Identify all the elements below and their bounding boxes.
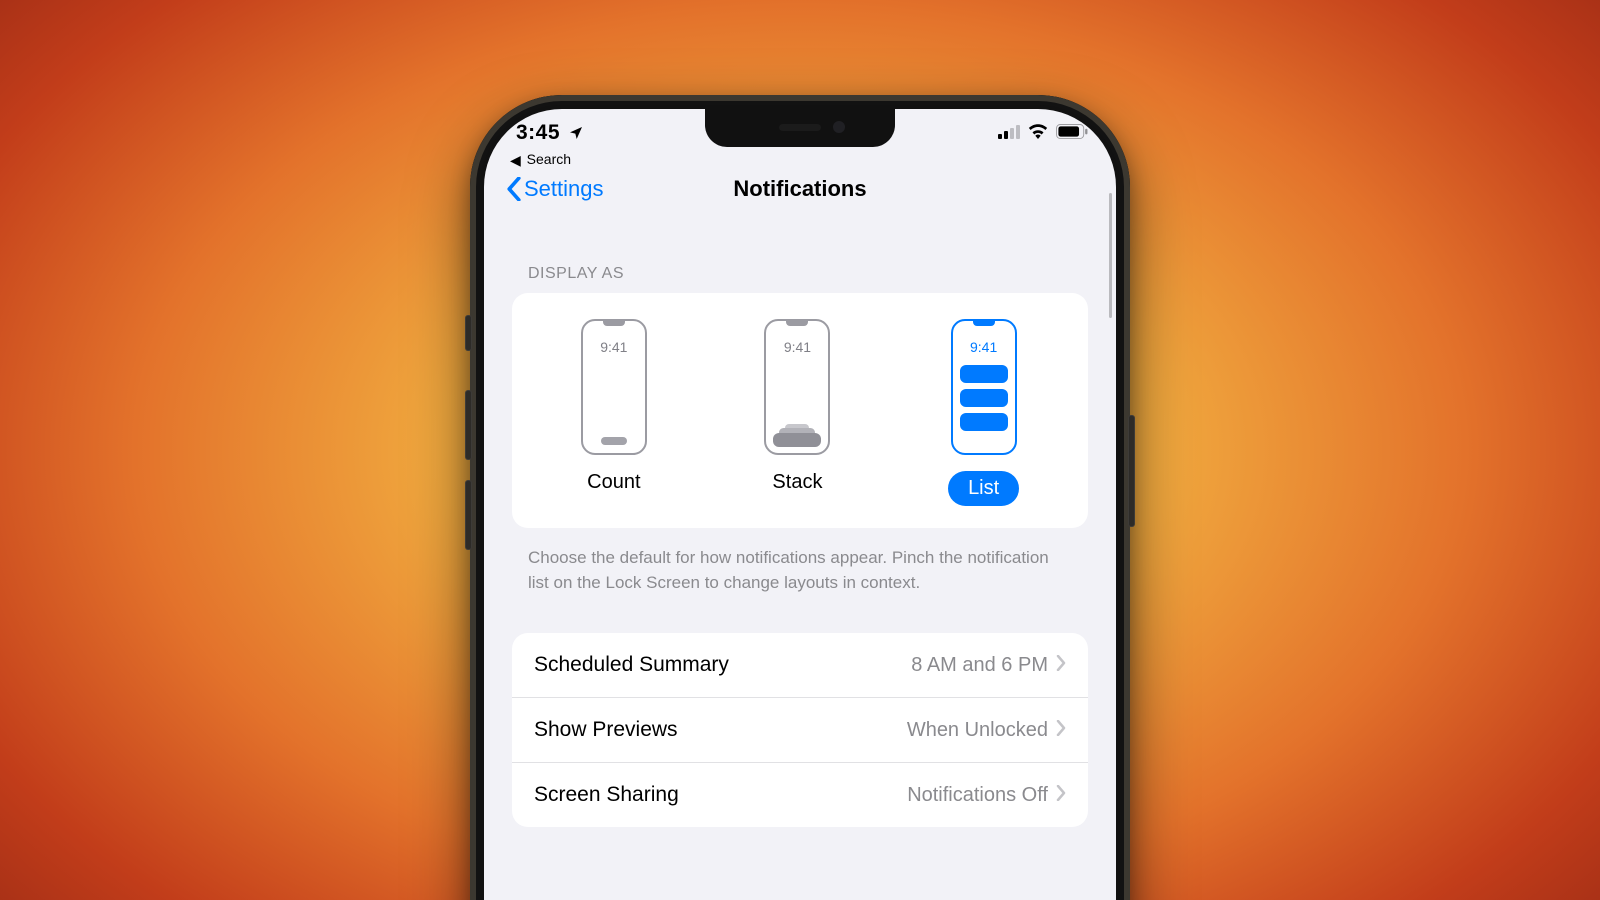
chevron-right-icon xyxy=(1056,784,1066,807)
preview-count-icon: 9:41 xyxy=(581,319,647,455)
row-value: 8 AM and 6 PM xyxy=(911,654,1048,677)
location-icon xyxy=(568,125,584,146)
preview-list-icon: 9:41 xyxy=(951,319,1017,455)
side-button xyxy=(1128,415,1135,527)
display-option-stack[interactable]: 9:41 Stack xyxy=(764,319,830,506)
row-screen-sharing[interactable]: Screen Sharing Notifications Off xyxy=(512,762,1088,827)
section-header-display-as: Display As xyxy=(484,219,1116,293)
display-option-list[interactable]: 9:41 List xyxy=(948,319,1019,506)
screen: 3:45 ◀ Search xyxy=(484,109,1116,900)
promo-background: 3:45 ◀ Search xyxy=(0,0,1600,900)
breadcrumb-label: Search xyxy=(527,151,571,167)
display-option-count[interactable]: 9:41 Count xyxy=(581,319,647,506)
page-title: Notifications xyxy=(484,176,1116,202)
row-value: Notifications Off xyxy=(907,784,1048,807)
breadcrumb-back[interactable]: ◀ Search xyxy=(510,151,571,168)
row-label: Screen Sharing xyxy=(534,783,679,807)
display-option-label: List xyxy=(948,471,1019,506)
nav-bar: Settings Notifications xyxy=(484,171,1116,219)
row-scheduled-summary[interactable]: Scheduled Summary 8 AM and 6 PM xyxy=(512,633,1088,697)
section-footer-display-as: Choose the default for how notifications… xyxy=(484,528,1116,595)
battery-icon xyxy=(1056,124,1088,139)
row-value: When Unlocked xyxy=(907,719,1048,742)
chevron-left-icon: ◀ xyxy=(510,152,521,169)
iphone-frame: 3:45 ◀ Search xyxy=(470,95,1130,900)
status-time: 3:45 xyxy=(516,121,560,145)
row-label: Scheduled Summary xyxy=(534,653,729,677)
display-option-label: Stack xyxy=(772,471,822,494)
notch xyxy=(705,109,895,147)
volume-up-button xyxy=(465,390,472,460)
wifi-icon xyxy=(1028,124,1048,139)
volume-down-button xyxy=(465,480,472,550)
preview-stack-icon: 9:41 xyxy=(764,319,830,455)
scroll-indicator xyxy=(1109,193,1112,318)
mute-switch xyxy=(465,315,472,351)
row-show-previews[interactable]: Show Previews When Unlocked xyxy=(512,697,1088,762)
notification-settings-list: Scheduled Summary 8 AM and 6 PM Show Pre… xyxy=(512,633,1088,827)
row-label: Show Previews xyxy=(534,718,678,742)
chevron-right-icon xyxy=(1056,719,1066,742)
display-option-label: Count xyxy=(587,471,640,494)
cellular-icon xyxy=(998,125,1020,139)
chevron-right-icon xyxy=(1056,654,1066,677)
display-as-card: 9:41 Count 9:41 Stack xyxy=(512,293,1088,528)
